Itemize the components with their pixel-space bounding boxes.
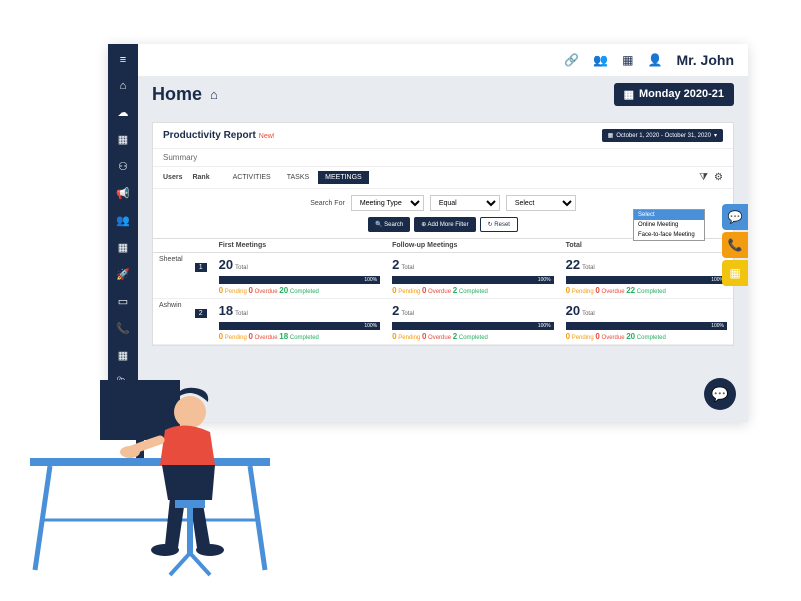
table-row: Ashwin218Total100%0 Pending 0 Overdue 18… — [153, 299, 733, 345]
home-icon[interactable]: ⌂ — [120, 80, 127, 92]
user-icon[interactable]: 👤 — [647, 53, 662, 67]
tab-activities[interactable]: Activities — [226, 171, 278, 184]
dropdown-opt-face[interactable]: Face-to-face Meeting — [634, 230, 704, 240]
subbar: Home ⌂ ▦ Monday 2020-21 — [138, 76, 748, 112]
side-tabs: 💬 📞 ▦ — [722, 204, 748, 286]
page-title: Home ⌂ — [152, 84, 218, 105]
username[interactable]: Mr. John — [676, 52, 734, 68]
user-cell: Ashwin — [153, 299, 189, 345]
mobile-icon[interactable]: ▭ — [118, 295, 128, 308]
side-tab-grid[interactable]: ▦ — [722, 260, 748, 286]
cloud-icon[interactable]: ☁ — [118, 106, 129, 119]
dropdown-opt-online[interactable]: Online Meeting — [634, 220, 704, 230]
sitemap-icon[interactable]: ⚇ — [118, 160, 128, 173]
operator-select[interactable]: Equal — [430, 195, 500, 211]
table-row: Sheetal120Total100%0 Pending 0 Overdue 2… — [153, 253, 733, 299]
search-row: Search For Meeting Type Equal Select Sel… — [153, 189, 733, 217]
dropdown-opt-select[interactable]: Select — [634, 210, 704, 220]
users-header: Users — [163, 174, 182, 181]
rank-cell: 2 — [189, 299, 213, 345]
home-icon[interactable]: ⌂ — [210, 87, 218, 102]
chat-fab[interactable]: 💬 — [704, 378, 736, 410]
add-filter-button[interactable]: ⊕ Add More Filter — [414, 217, 475, 232]
summary-label: Summary — [153, 149, 733, 167]
phone-icon[interactable]: 📞 — [116, 322, 130, 335]
chevron-down-icon: ▾ — [714, 132, 717, 139]
apps-icon[interactable]: ▦ — [118, 349, 128, 362]
megaphone-icon[interactable]: 📢 — [116, 187, 130, 200]
tabs-row: Users Rank Activities Tasks Meetings ⧩ ⚙ — [153, 167, 733, 189]
settings-icon[interactable]: ⚙ — [714, 172, 723, 183]
meetings-table: First Meetings Follow-up Meetings Total … — [153, 238, 733, 345]
home-text: Home — [152, 84, 202, 105]
report-card: Productivity ReportNew! ▦ October 1, 202… — [152, 122, 734, 346]
tab-meetings[interactable]: Meetings — [318, 171, 369, 184]
main-area: 🔗 👥 ▦ 👤 Mr. John Home ⌂ ▦ Monday 2020-21… — [138, 44, 748, 422]
grid-icon[interactable]: ▦ — [622, 53, 633, 67]
calendar-icon: ▦ — [624, 88, 634, 101]
filter-icon[interactable]: ⧩ — [699, 172, 708, 183]
date-text: Monday 2020-21 — [639, 88, 724, 100]
menu-icon[interactable]: ≡ — [120, 54, 126, 66]
grid-icon[interactable]: ▦ — [118, 241, 128, 254]
people-icon[interactable]: 👥 — [593, 53, 608, 67]
calendar-icon[interactable]: ▦ — [118, 133, 128, 146]
link-icon[interactable]: 🔗 — [564, 53, 579, 67]
rank-header: Rank — [192, 174, 209, 181]
user-cell: Sheetal — [153, 253, 189, 299]
reset-button[interactable]: ↻ Reset — [480, 217, 518, 232]
value-select[interactable]: Select — [506, 195, 576, 211]
rank-cell: 1 — [189, 253, 213, 299]
illustration-person-desk — [30, 370, 290, 580]
value-dropdown: Select Online Meeting Face-to-face Meeti… — [633, 209, 705, 241]
rocket-icon[interactable]: 🚀 — [116, 268, 130, 281]
sidebar: ≡ ⌂ ☁ ▦ ⚇ 📢 👥 ▦ 🚀 ▭ 📞 ▦ 🏷 — [108, 44, 138, 422]
col-first: First Meetings — [213, 239, 386, 253]
topbar: 🔗 👥 ▦ 👤 Mr. John — [138, 44, 748, 76]
meeting-type-select[interactable]: Meeting Type — [351, 195, 424, 211]
col-followup: Follow-up Meetings — [386, 239, 559, 253]
report-title: Productivity ReportNew! — [163, 130, 275, 141]
side-tab-call[interactable]: 📞 — [722, 232, 748, 258]
tab-tasks[interactable]: Tasks — [280, 171, 316, 184]
calendar-icon: ▦ — [608, 132, 614, 139]
users-icon[interactable]: 👥 — [116, 214, 130, 227]
date-range-picker[interactable]: ▦ October 1, 2020 - October 31, 2020 ▾ — [602, 129, 723, 142]
search-button[interactable]: 🔍 Search — [368, 217, 410, 232]
date-selector[interactable]: ▦ Monday 2020-21 — [614, 83, 734, 106]
side-tab-chat[interactable]: 💬 — [722, 204, 748, 230]
search-for-label: Search For — [310, 200, 345, 207]
